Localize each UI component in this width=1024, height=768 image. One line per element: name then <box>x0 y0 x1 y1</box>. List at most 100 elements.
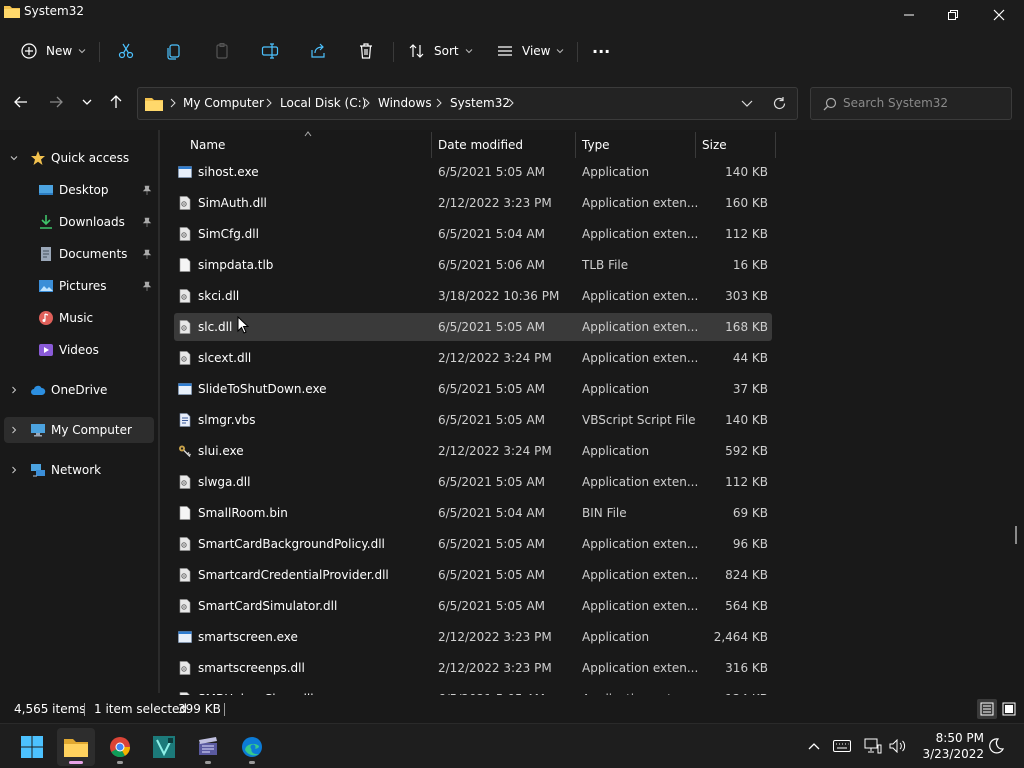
file-row[interactable]: slc.dll 6/5/2021 5:05 AM Application exten… <box>174 313 772 341</box>
file-row[interactable]: SMBHelperClass.dll6/5/2021 5:05 AMApplic… <box>174 685 772 695</box>
file-type: Application <box>582 444 650 458</box>
file-row[interactable]: slwga.dll 6/5/2021 5:05 AM Application ext… <box>174 468 772 496</box>
cut-button[interactable] <box>117 38 135 64</box>
keyboard-button[interactable] <box>832 736 852 756</box>
application-icon <box>178 631 192 643</box>
file-row[interactable]: SmallRoom.bin 6/5/2021 5:04 AM BIN File 69 … <box>174 499 772 527</box>
file-row[interactable]: SmartCardSimulator.dll 6/5/2021 5:05 AM Ap… <box>174 592 772 620</box>
nav-quick-access[interactable]: Quick access <box>4 145 154 171</box>
breadcrumb-local-disk[interactable]: Local Disk (C:) <box>280 96 366 110</box>
nav-downloads[interactable]: Downloads <box>4 209 154 235</box>
sort-ascending-icon <box>304 131 312 137</box>
breadcrumb-system32[interactable]: System32 <box>450 96 510 110</box>
column-date[interactable]: Date modified <box>438 138 523 152</box>
start-button[interactable] <box>13 728 51 766</box>
running-indicator <box>249 761 255 764</box>
file-size: 316 KB <box>725 661 768 675</box>
script-file-icon <box>179 413 191 427</box>
file-row[interactable]: slmgr.vbs 6/5/2021 5:05 AM VBScript Script… <box>174 406 772 434</box>
nav-onedrive[interactable]: OneDrive <box>4 377 154 403</box>
file-name: smartscreen.exe <box>198 630 298 644</box>
new-button[interactable]: New <box>20 38 86 64</box>
address-bar[interactable]: My Computer Local Disk (C:) Windows Syst… <box>137 87 798 120</box>
tiles-view-button[interactable] <box>999 699 1019 719</box>
nav-desktop[interactable]: Desktop <box>4 177 154 203</box>
forward-button[interactable] <box>46 92 66 112</box>
delete-button[interactable] <box>357 38 375 64</box>
chevron-down-icon <box>10 156 18 161</box>
rename-button[interactable] <box>261 38 279 64</box>
search-box[interactable] <box>810 87 1012 120</box>
nav-network[interactable]: Network <box>4 457 154 483</box>
details-view-button[interactable] <box>977 699 997 719</box>
volume-button[interactable] <box>888 736 908 756</box>
toolbar-divider <box>99 42 100 62</box>
up-button[interactable] <box>106 92 126 112</box>
vertical-scrollbar-thumb[interactable] <box>1015 526 1017 544</box>
file-row[interactable]: skci.dll 3/18/2022 10:36 PM Application ex… <box>174 282 772 310</box>
file-row[interactable]: SimCfg.dll 6/5/2021 5:04 AM Application ex… <box>174 220 772 248</box>
dll-file-icon <box>179 661 191 675</box>
file-row[interactable]: SimAuth.dll 2/12/2022 3:23 PM Application … <box>174 189 772 217</box>
file-row[interactable]: sihost.exe 6/5/2021 5:05 AM Application 140… <box>174 158 772 186</box>
copy-button[interactable] <box>165 38 183 64</box>
taskbar-clock[interactable]: 8:50 PM 3/23/2022 <box>918 730 984 762</box>
column-name[interactable]: Name <box>190 138 225 152</box>
folder-icon <box>4 6 20 18</box>
file-row[interactable]: smartscreenps.dll 2/12/2022 3:23 PM Applic… <box>174 654 772 682</box>
view-button[interactable]: View <box>496 38 564 64</box>
file-row[interactable]: SlideToShutDown.exe 6/5/2021 5:05 AM Appli… <box>174 375 772 403</box>
back-button[interactable] <box>11 92 31 112</box>
close-button[interactable] <box>976 0 1022 30</box>
column-size[interactable]: Size <box>702 138 727 152</box>
breadcrumb-windows[interactable]: Windows <box>378 96 432 110</box>
column-divider[interactable] <box>431 132 432 158</box>
file-row[interactable]: simpdata.tlb 6/5/2021 5:06 AM TLB File 16 K… <box>174 251 772 279</box>
sort-button[interactable]: Sort <box>408 38 473 64</box>
taskbar-video-editor[interactable] <box>189 728 227 766</box>
nav-pictures[interactable]: Pictures <box>4 273 154 299</box>
refresh-icon[interactable] <box>772 96 787 111</box>
moon-icon <box>989 738 1004 754</box>
file-row[interactable]: slui.exe 2/12/2022 3:24 PM Application 592 … <box>174 437 772 465</box>
minimize-button[interactable] <box>886 0 932 30</box>
nav-videos[interactable]: Videos <box>4 337 154 363</box>
file-row[interactable]: SmartCardBackgroundPolicy.dll 6/5/2021 5:… <box>174 530 772 558</box>
taskbar-file-explorer[interactable] <box>57 728 95 766</box>
network-status-icon <box>864 738 882 754</box>
star-icon <box>31 151 45 165</box>
search-input[interactable] <box>843 96 1003 110</box>
taskbar-chrome[interactable] <box>101 728 139 766</box>
taskbar-edge[interactable] <box>233 728 271 766</box>
address-history-chevron-icon[interactable] <box>741 99 753 109</box>
file-row[interactable]: slcext.dll 2/12/2022 3:24 PM Application e… <box>174 344 772 372</box>
nav-onedrive-label: OneDrive <box>51 383 108 397</box>
file-size: 69 KB <box>732 506 768 520</box>
breadcrumb-my-computer[interactable]: My Computer <box>183 96 264 110</box>
dll-file-icon <box>179 227 191 241</box>
file-row[interactable]: SmartcardCredentialProvider.dll 6/5/2021 … <box>174 561 772 589</box>
file-size: 564 KB <box>725 599 768 613</box>
maximize-button[interactable] <box>930 0 976 30</box>
chevron-right-icon <box>12 386 17 394</box>
taskbar-app-editor[interactable] <box>145 728 183 766</box>
column-divider[interactable] <box>775 132 776 158</box>
column-divider[interactable] <box>695 132 696 158</box>
paste-button[interactable] <box>213 38 231 64</box>
column-type[interactable]: Type <box>582 138 610 152</box>
more-options-button[interactable]: ··· <box>592 38 610 64</box>
file-date-modified: 6/5/2021 5:05 AM <box>438 568 546 582</box>
network-status-button[interactable] <box>863 736 883 756</box>
column-divider[interactable] <box>575 132 576 158</box>
file-type: Application exten... <box>582 568 699 582</box>
music-icon <box>39 311 53 325</box>
nav-music[interactable]: Music <box>4 305 154 331</box>
details-view-icon <box>980 702 994 716</box>
file-row[interactable]: smartscreen.exe 2/12/2022 3:23 PM Applicat… <box>174 623 772 651</box>
share-button[interactable] <box>309 38 327 64</box>
nav-my-computer[interactable]: My Computer <box>4 417 154 443</box>
nav-documents[interactable]: Documents <box>4 241 154 267</box>
focus-assist-button[interactable] <box>986 736 1006 756</box>
recent-locations-button[interactable] <box>77 92 97 112</box>
show-hidden-icons-button[interactable] <box>804 736 824 756</box>
